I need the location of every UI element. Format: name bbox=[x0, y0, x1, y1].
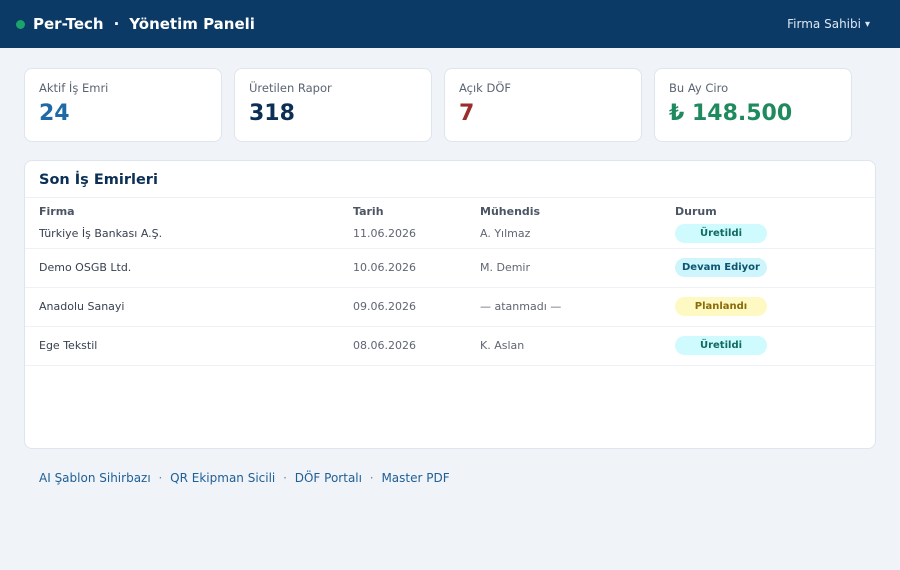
chevron-down-icon: ▾ bbox=[864, 18, 870, 30]
stats-cards: Aktif İş Emri 24 Üretilen Rapor 318 Açık… bbox=[0, 48, 900, 142]
cell-firma: Demo OSGB Ltd. bbox=[25, 248, 339, 288]
link-master-pdf[interactable]: Master PDF bbox=[381, 471, 449, 485]
user-menu-label: Firma Sahibi bbox=[787, 17, 861, 31]
cell-tarih: 09.06.2026 bbox=[339, 287, 466, 327]
cell-durum: Üretildi bbox=[661, 326, 875, 366]
cell-durum: Üretildi bbox=[661, 220, 875, 249]
status-badge: Üretildi bbox=[675, 224, 767, 244]
cell-tarih: 11.06.2026 bbox=[339, 220, 466, 249]
table-row[interactable]: Ege Tekstil 08.06.2026 K. Aslan Üretildi bbox=[25, 326, 875, 366]
quick-links: AI Şablon Sihirbazı · QR Ekipman Sicili … bbox=[0, 449, 900, 485]
table-header-row: Firma Tarih Mühendis Durum bbox=[25, 198, 875, 220]
stat-label: Aktif İş Emri bbox=[39, 81, 109, 95]
cell-tarih: 08.06.2026 bbox=[339, 326, 466, 366]
column-header-durum: Durum bbox=[675, 205, 717, 218]
column-header-firma: Firma bbox=[39, 205, 75, 218]
column-header-muhendis: Mühendis bbox=[480, 205, 541, 218]
status-badge: Planlandı bbox=[675, 297, 767, 316]
recent-work-orders-panel: Son İş Emirleri Firma Tarih Mühendis Dur… bbox=[24, 160, 876, 449]
stat-card-reports: Üretilen Rapor 318 bbox=[234, 68, 432, 142]
column-header-tarih: Tarih bbox=[353, 205, 384, 218]
stat-card-open-dof: Açık DÖF 7 bbox=[444, 68, 642, 142]
cell-firma: Türkiye İş Bankası A.Ş. bbox=[25, 220, 339, 249]
table-row[interactable]: Demo OSGB Ltd. 10.06.2026 M. Demir Devam… bbox=[25, 248, 875, 288]
title-separator: · bbox=[113, 15, 120, 33]
page-title: Yönetim Paneli bbox=[129, 15, 255, 33]
cell-tarih: 10.06.2026 bbox=[339, 248, 466, 288]
cell-firma: Ege Tekstil bbox=[25, 326, 339, 366]
stat-value: 24 bbox=[39, 101, 70, 126]
cell-durum: Planlandı bbox=[661, 287, 875, 327]
link-qr-equipment-registry[interactable]: QR Ekipman Sicili bbox=[170, 471, 275, 485]
status-badge: Devam Ediyor bbox=[675, 258, 767, 277]
stat-card-revenue: Bu Ay Ciro ₺ 148.500 bbox=[654, 68, 852, 142]
cell-muhendis: A. Yılmaz bbox=[466, 220, 661, 249]
cell-muhendis: K. Aslan bbox=[466, 326, 661, 366]
status-dot-icon bbox=[16, 19, 25, 29]
cell-durum: Devam Ediyor bbox=[661, 248, 875, 288]
link-separator: · bbox=[369, 471, 374, 485]
link-separator: · bbox=[283, 471, 287, 485]
cell-firma: Anadolu Sanayi bbox=[25, 287, 339, 327]
stat-value: 318 bbox=[249, 101, 295, 126]
status-badge: Üretildi bbox=[675, 336, 767, 355]
brand-name: Per-Tech bbox=[33, 15, 104, 33]
stat-value: 7 bbox=[459, 101, 475, 126]
stat-label: Bu Ay Ciro bbox=[669, 81, 729, 95]
stat-card-active-orders: Aktif İş Emri 24 bbox=[24, 68, 222, 142]
work-orders-table: Firma Tarih Mühendis Durum Türkiye İş Ba… bbox=[25, 198, 875, 366]
top-header: Per-Tech · Yönetim Paneli Firma Sahibi ▾ bbox=[0, 0, 900, 48]
link-dof-portal[interactable]: DÖF Portalı bbox=[295, 471, 362, 485]
table-row[interactable]: Anadolu Sanayi 09.06.2026 — atanmadı — P… bbox=[25, 287, 875, 327]
stat-label: Üretilen Rapor bbox=[249, 81, 332, 95]
table-row[interactable]: Türkiye İş Bankası A.Ş. 11.06.2026 A. Yı… bbox=[25, 220, 875, 249]
panel-title: Son İş Emirleri bbox=[25, 161, 875, 198]
user-menu[interactable]: Firma Sahibi ▾ bbox=[787, 17, 870, 31]
stat-label: Açık DÖF bbox=[459, 81, 512, 95]
link-ai-template-wizard[interactable]: AI Şablon Sihirbazı bbox=[39, 471, 151, 485]
cell-muhendis: — atanmadı — bbox=[466, 287, 661, 327]
cell-muhendis: M. Demir bbox=[466, 248, 661, 288]
stat-value: ₺ 148.500 bbox=[669, 101, 793, 126]
link-separator: · bbox=[158, 471, 163, 485]
brand: Per-Tech · Yönetim Paneli bbox=[16, 15, 255, 33]
